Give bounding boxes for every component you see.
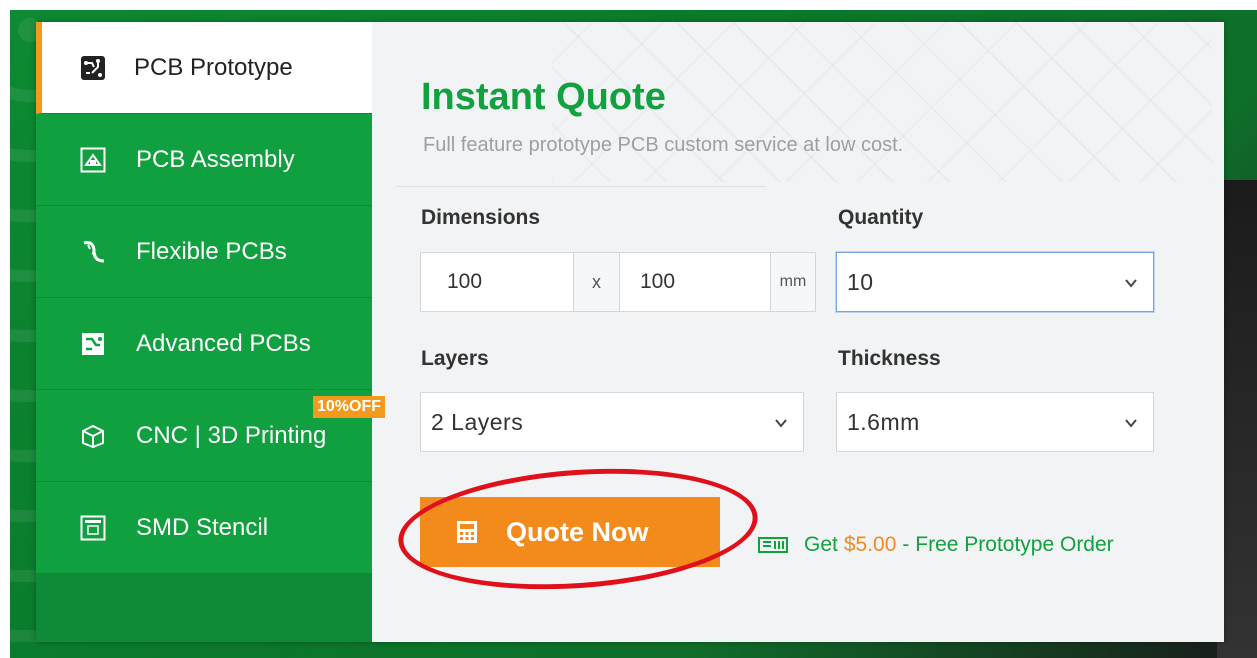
smd-stencil-icon <box>80 515 106 541</box>
instant-quote-panel: Instant Quote Full feature prototype PCB… <box>372 22 1224 642</box>
cnc-3d-icon <box>80 423 106 449</box>
dimension-separator: x <box>573 252 620 312</box>
sidebar-item-label: SMD Stencil <box>136 513 269 541</box>
sidebar-item-pcb-prototype[interactable]: PCB Prototype <box>36 22 372 114</box>
advanced-pcb-icon <box>80 331 106 357</box>
layers-label: Layers <box>421 347 489 370</box>
sidebar-item-label: Advanced PCBs <box>136 329 311 357</box>
page-subtitle: Full feature prototype PCB custom servic… <box>423 134 904 156</box>
quantity-select[interactable]: 10 <box>836 252 1154 312</box>
sidebar-item-label: CNC | 3D Printing <box>136 421 327 449</box>
promo-prefix: Get <box>804 533 838 556</box>
thickness-value: 1.6mm <box>847 408 920 435</box>
flexible-pcb-icon <box>80 239 106 265</box>
height-input[interactable]: 100 <box>619 252 771 312</box>
divider <box>396 186 766 187</box>
promo-suffix: - Free Prototype Order <box>902 533 1114 556</box>
thickness-label: Thickness <box>838 347 941 370</box>
pcb-prototype-icon <box>80 55 106 81</box>
sidebar-item-smd-stencil[interactable]: SMD Stencil <box>36 482 372 574</box>
page-title: Instant Quote <box>421 76 666 118</box>
width-input[interactable]: 100 <box>420 252 574 312</box>
calculator-icon <box>457 521 477 543</box>
service-sidebar: PCB Prototype PCB Assembly Flexible PCBs… <box>36 22 386 642</box>
sidebar-item-advanced-pcbs[interactable]: Advanced PCBs <box>36 298 372 390</box>
quantity-label: Quantity <box>838 206 924 229</box>
chevron-down-icon <box>775 419 787 428</box>
sidebar-item-label: Flexible PCBs <box>136 237 287 265</box>
layers-select[interactable]: 2 Layers <box>420 392 804 452</box>
promo-amount: $5.00 <box>843 533 897 556</box>
thickness-select[interactable]: 1.6mm <box>836 392 1154 452</box>
layers-value: 2 Layers <box>431 408 524 435</box>
sidebar-item-flexible-pcbs[interactable]: Flexible PCBs <box>36 206 372 298</box>
sidebar-item-pcb-assembly[interactable]: PCB Assembly <box>36 114 372 206</box>
free-prototype-promo-link[interactable]: Get $5.00 - Free Prototype Order <box>758 533 1114 557</box>
coupon-icon <box>758 537 788 553</box>
quantity-value: 10 <box>847 268 874 295</box>
quote-now-label: Quote Now <box>506 516 649 547</box>
sidebar-item-label: PCB Prototype <box>134 53 293 81</box>
chevron-down-icon <box>1125 419 1137 428</box>
sidebar-footer <box>36 574 372 642</box>
chevron-down-icon <box>1125 279 1137 288</box>
unit-label: mm <box>770 252 816 312</box>
dimensions-label: Dimensions <box>421 206 541 229</box>
pcb-assembly-icon <box>80 147 106 173</box>
sidebar-item-label: PCB Assembly <box>136 145 295 173</box>
quote-now-button[interactable]: Quote Now <box>420 497 720 567</box>
